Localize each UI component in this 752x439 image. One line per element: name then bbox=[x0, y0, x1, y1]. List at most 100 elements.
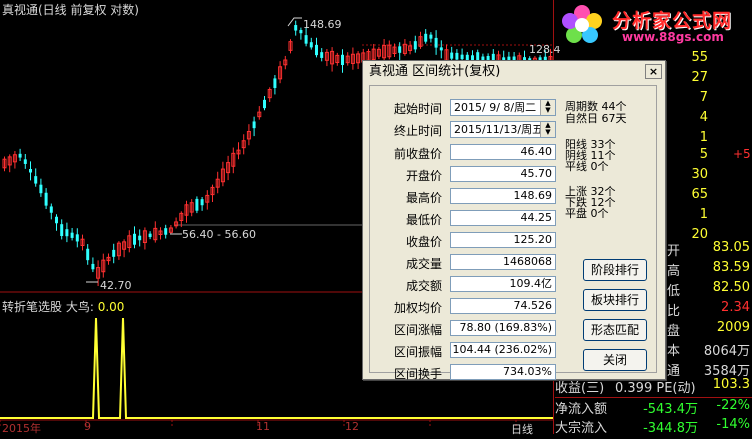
quote-label: 开 bbox=[667, 244, 681, 259]
field-label: 加权均价 bbox=[393, 301, 442, 315]
order-count: 7 bbox=[699, 90, 708, 105]
candle-body bbox=[429, 34, 433, 39]
stage-rank-button[interactable]: 阶段排行 bbox=[583, 259, 647, 281]
field-value: 109.4亿 bbox=[450, 276, 556, 292]
flow-row-bulk: 大宗流入 -344.8万 -14% bbox=[555, 417, 752, 439]
order-count: 65 bbox=[691, 187, 708, 202]
quote-value: 83.05 bbox=[712, 240, 750, 255]
candle-body bbox=[455, 52, 459, 60]
candle-body bbox=[65, 229, 69, 237]
low-price-label: 42.70 bbox=[100, 279, 132, 292]
candle-body bbox=[49, 206, 53, 213]
candle-body bbox=[164, 228, 168, 235]
quote-label: 高 bbox=[667, 264, 681, 279]
field-value: 1468068 bbox=[450, 254, 556, 270]
dialog-title[interactable]: 真视通 区间统计(复权) bbox=[363, 61, 665, 83]
stat-period-days: 周期数 44个 bbox=[565, 100, 627, 113]
candle-body bbox=[148, 233, 152, 238]
candle-body bbox=[460, 54, 464, 60]
pe-value: 103.3 bbox=[712, 377, 750, 392]
field-value: 104.44 (236.02%) bbox=[450, 342, 556, 358]
candle-body bbox=[70, 232, 74, 238]
candle-body bbox=[60, 224, 64, 237]
candle-body bbox=[273, 78, 277, 88]
high-marker bbox=[287, 17, 302, 27]
field-value: 734.03% bbox=[450, 364, 556, 380]
candle-body bbox=[200, 199, 204, 206]
high-price-label: 148.69 bbox=[303, 18, 342, 31]
order-change: +5 bbox=[733, 147, 751, 161]
period-tab-daily[interactable]: 日线 bbox=[511, 421, 533, 437]
quote-label: 比 bbox=[667, 304, 681, 319]
candle-body bbox=[424, 33, 428, 42]
field-label: 最低价 bbox=[405, 213, 442, 227]
field-label: 最高价 bbox=[405, 191, 442, 205]
quote-label: 本 bbox=[667, 344, 681, 359]
flow-value: -344.8万 bbox=[643, 421, 698, 436]
field-value: 148.69 bbox=[450, 188, 556, 204]
candle-body bbox=[299, 29, 303, 34]
flow-label: 净流入额 bbox=[555, 402, 608, 417]
candle-body bbox=[304, 35, 308, 44]
order-count: 5 bbox=[699, 147, 708, 162]
field-value: 46.40 bbox=[450, 144, 556, 160]
candle-body bbox=[34, 176, 38, 184]
close-button[interactable]: 关闭 bbox=[583, 349, 647, 371]
range-price-label: 56.40 - 56.60 bbox=[182, 228, 256, 241]
indicator-value: 0.00 bbox=[97, 300, 125, 314]
candle-body bbox=[86, 248, 90, 261]
flower-logo-icon bbox=[560, 3, 604, 47]
stat-flat: 平线 0个 bbox=[565, 160, 609, 173]
candle-body bbox=[112, 249, 116, 257]
field-label: 前收盘价 bbox=[393, 147, 442, 161]
range-stats-dialog: 真视通 区间统计(复权) × 起始时间 2015/ 9/ 8/周二 ▲ ▼ 终止时… bbox=[362, 60, 666, 381]
spin-icon[interactable]: ▲ ▼ bbox=[540, 122, 555, 137]
flow-label: 大宗流入 bbox=[555, 421, 608, 436]
candle-body bbox=[450, 52, 454, 59]
start-time-picker[interactable]: 2015/ 9/ 8/周二 ▲ ▼ bbox=[450, 99, 556, 116]
order-count: 55 bbox=[691, 50, 708, 65]
candle-body bbox=[55, 216, 58, 224]
candle-body bbox=[434, 37, 438, 48]
candle-body bbox=[398, 46, 402, 53]
field-value: 45.70 bbox=[450, 166, 556, 182]
candle-body bbox=[23, 159, 27, 164]
indicator-title: 转折笔选股 大鸟: 0.00 bbox=[2, 298, 124, 315]
candle-body bbox=[315, 44, 318, 56]
order-count: 27 bbox=[691, 70, 708, 85]
logo-url: www.88gs.com bbox=[622, 30, 724, 44]
field-label: 开盘价 bbox=[405, 169, 442, 183]
field-value: 78.80 (169.83%) bbox=[450, 320, 556, 336]
flow-pct: -22% bbox=[716, 398, 750, 413]
order-count: 30 bbox=[691, 167, 708, 182]
sector-rank-button[interactable]: 板块排行 bbox=[583, 289, 647, 311]
quote-value: 83.59 bbox=[712, 260, 750, 275]
stat-natural-days: 自然日 67天 bbox=[565, 112, 627, 125]
candle-body bbox=[294, 25, 298, 31]
chart-title: 真视通(日线 前复权 对数) bbox=[2, 3, 139, 17]
indicator-name: 转折笔选股 bbox=[2, 300, 63, 314]
x-label-9: 9 bbox=[84, 420, 91, 433]
field-value: 44.25 bbox=[450, 210, 556, 226]
x-label-11: 11 bbox=[256, 420, 270, 433]
indicator-series: 大鸟: bbox=[65, 300, 94, 314]
field-label: 区间换手 bbox=[393, 367, 442, 381]
flow-value: -543.4万 bbox=[643, 402, 698, 417]
candle-body bbox=[252, 121, 256, 129]
candle-body bbox=[29, 168, 32, 173]
candle-body bbox=[341, 54, 344, 66]
spin-icon[interactable]: ▲ ▼ bbox=[540, 100, 555, 115]
candle-body bbox=[91, 263, 95, 270]
candle-body bbox=[413, 41, 417, 50]
order-count: 4 bbox=[699, 110, 708, 125]
field-value: 74.526 bbox=[450, 298, 556, 314]
field-label: 成交额 bbox=[405, 279, 442, 293]
candle-body bbox=[18, 153, 22, 158]
end-time-picker[interactable]: 2015/11/13/周五 ▲ ▼ bbox=[450, 121, 556, 138]
candle-body bbox=[138, 235, 142, 241]
quote-value: 82.50 bbox=[712, 280, 750, 295]
logo-text: 分析家公式网 bbox=[612, 10, 733, 32]
start-time-value: 2015/ 9/ 8/周二 bbox=[454, 101, 537, 114]
dialog-close-icon[interactable]: × bbox=[645, 64, 662, 79]
pattern-match-button[interactable]: 形态匹配 bbox=[583, 319, 647, 341]
